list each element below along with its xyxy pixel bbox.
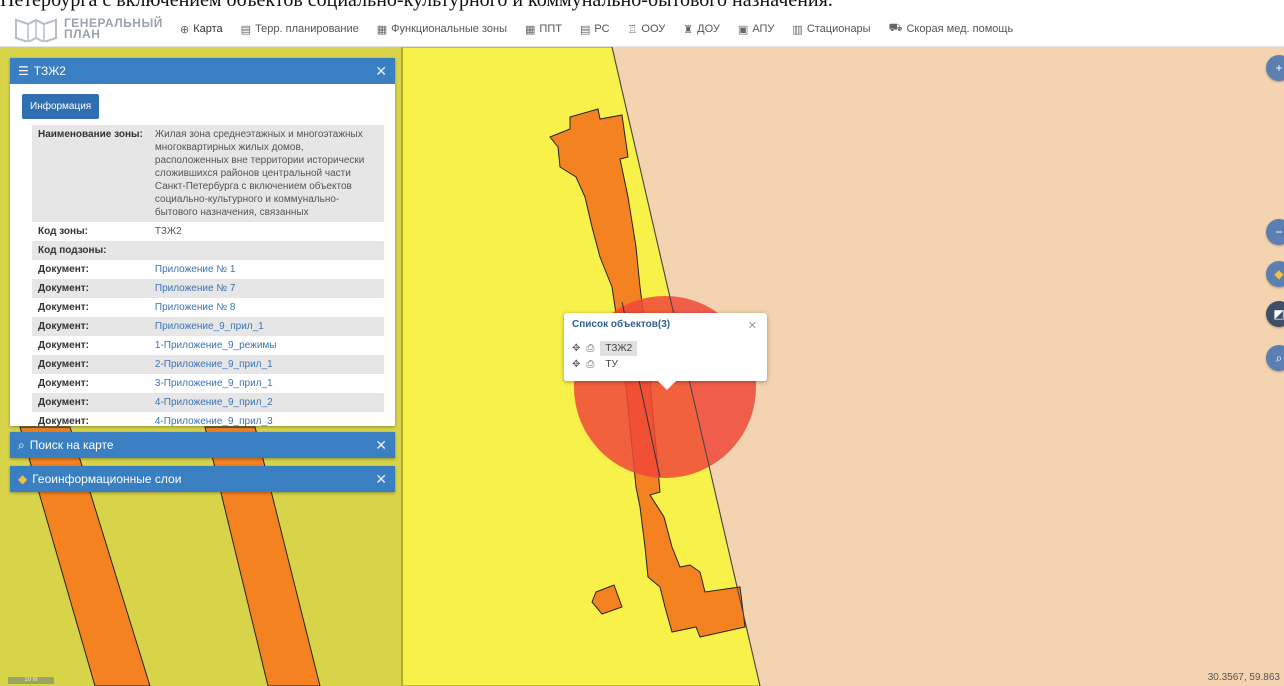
info-panel-header: ☰ ТЗЖ2 ✕ <box>10 58 395 84</box>
school-icon: ♖ <box>627 23 638 36</box>
document-link[interactable]: 4-Приложение_9_прил_2 <box>148 393 384 412</box>
nav-item-territorial-planning[interactable]: ▤ Терр. планирование <box>241 23 359 36</box>
scale-bar: 10 m <box>8 677 54 684</box>
ruler-icon: ◩ <box>1273 307 1284 321</box>
document-link[interactable]: Приложение № 7 <box>148 279 384 298</box>
list-item[interactable]: ✥ ⎙ ТУ <box>572 357 623 372</box>
popup-title: Список объектов(3) <box>572 319 671 330</box>
search-icon: ⌕ <box>1275 350 1283 365</box>
table-row: Документ: 3-Приложение_9_прил_1 <box>32 374 384 393</box>
table-row: Документ: Приложение № 1 <box>32 260 384 279</box>
coordinates-readout: 30.3567, 59.863 <box>1207 672 1280 683</box>
globe-icon: ⊕ <box>180 23 190 36</box>
map-book-logo-icon <box>15 18 57 42</box>
info-panel: ☰ ТЗЖ2 ✕ Информация Наименование зоны: Жил… <box>10 58 395 427</box>
main-nav: ⊕ Карта ▤ Терр. планирование ▦ Функциональн… <box>180 12 1013 46</box>
document-link[interactable]: 4-Приложение_9_прил_3 <box>149 412 384 431</box>
search-icon: ⌕ <box>18 437 25 452</box>
popup-item-label[interactable]: ТУ <box>600 357 622 372</box>
document-link[interactable]: Приложение_9_прил_1 <box>148 317 384 336</box>
grid-icon: ▦ <box>376 23 388 36</box>
nav-item-apu[interactable]: ▣ АПУ <box>738 23 775 36</box>
close-icon[interactable]: ✕ <box>375 63 387 80</box>
list-icon: ☰ <box>18 64 29 78</box>
table-row: Код зоны: ТЗЖ2 <box>38 226 182 237</box>
nav-item-map[interactable]: ⊕ Карта <box>180 23 223 36</box>
document-link[interactable]: 1-Приложение_9_режимы <box>149 336 384 355</box>
table-row: Документ: 2-Приложение_9_прил_1 <box>32 355 384 374</box>
document-link[interactable]: 2-Приложение_9_прил_1 <box>148 355 384 374</box>
minus-icon: − <box>1275 225 1283 239</box>
table-row: Документ: 1-Приложение_9_режимы <box>32 336 384 355</box>
table-row: Код подзоны: <box>32 241 384 260</box>
table-row: Документ: 4-Приложение_9_прил_2 <box>32 393 384 412</box>
logo-text: ГЕНЕРАЛЬНЫЙ ПЛАН <box>64 16 163 41</box>
hospital-icon: ▥ <box>792 23 803 36</box>
nav-item-functional-zones[interactable]: ▦ Функциональные зоны <box>377 23 507 36</box>
nav-item-oou[interactable]: ♖ ООУ <box>628 23 666 36</box>
info-table: Наименование зоны: Жилая зона среднеэтажн… <box>32 125 384 431</box>
move-icon[interactable]: ✥ <box>572 359 580 370</box>
clinic-icon: ▣ <box>737 23 749 36</box>
search-panel-header[interactable]: ⌕ Поиск на карте ✕ <box>10 432 395 458</box>
table-row: Наименование зоны: Жилая зона среднеэтажн… <box>32 125 384 222</box>
page-caption: Петербурга с включением объектов социаль… <box>0 0 833 11</box>
nav-item-ambulance[interactable]: ⛟ Скорая мед. помощь <box>889 22 1014 36</box>
table-row: Документ: Приложение № 7 <box>32 279 384 298</box>
table-row: Документ: Приложение № 8 <box>32 298 384 317</box>
info-tab-button[interactable]: Информация <box>22 94 100 119</box>
close-icon[interactable]: ✕ <box>748 319 757 332</box>
ambulance-icon: ⛟ <box>888 22 903 34</box>
document-link[interactable]: 3-Приложение_9_прил_1 <box>149 374 384 393</box>
document-icon: ▤ <box>240 23 252 36</box>
move-icon[interactable]: ✥ <box>572 343 580 354</box>
layers-icon: ◆ <box>1274 267 1284 281</box>
nav-item-ppt[interactable]: ▦ ППТ <box>525 23 562 36</box>
table-icon: ▦ <box>525 23 536 36</box>
search-panel[interactable]: ⌕ Поиск на карте ✕ <box>10 432 395 458</box>
table-row: Документ: 4-Приложение_9_прил_3 <box>32 412 384 431</box>
table-row: Документ: Приложение_9_прил_1 <box>32 317 384 336</box>
nav-item-dou[interactable]: ♜ ДОУ <box>683 23 720 36</box>
popup-item-label[interactable]: ТЗЖ2 <box>600 341 638 356</box>
list-icon: ▤ <box>579 23 591 36</box>
kindergarten-icon: ♜ <box>683 23 694 36</box>
layers-panel[interactable]: ◆ Геоинформационные слои ✕ <box>10 466 395 492</box>
document-link[interactable]: Приложение № 1 <box>149 260 384 279</box>
plus-icon: + <box>1275 61 1283 75</box>
close-icon[interactable]: ✕ <box>375 471 387 488</box>
logo[interactable]: ГЕНЕРАЛЬНЫЙ ПЛАН <box>14 15 164 43</box>
close-icon[interactable]: ✕ <box>375 437 387 454</box>
nav-item-rs[interactable]: ▤ РС <box>580 23 610 36</box>
document-link[interactable]: Приложение № 8 <box>149 298 384 317</box>
app-header: ГЕНЕРАЛЬНЫЙ ПЛАН ⊕ Карта ▤ Терр. планирова… <box>0 12 1284 47</box>
objects-popup: Список объектов(3) ✕ ✥ ⎙ ТЗЖ2 ✥ ⎙ ТУ <box>564 313 767 390</box>
layers-panel-header[interactable]: ◆ Геоинформационные слои ✕ <box>10 466 395 492</box>
print-icon[interactable]: ⎙ <box>586 359 594 370</box>
list-item[interactable]: ✥ ⎙ ТЗЖ2 <box>572 341 638 356</box>
layers-icon: ◆ <box>18 472 28 486</box>
print-icon[interactable]: ⎙ <box>586 343 594 354</box>
nav-item-hospitals[interactable]: ▥ Стационары <box>792 23 870 36</box>
